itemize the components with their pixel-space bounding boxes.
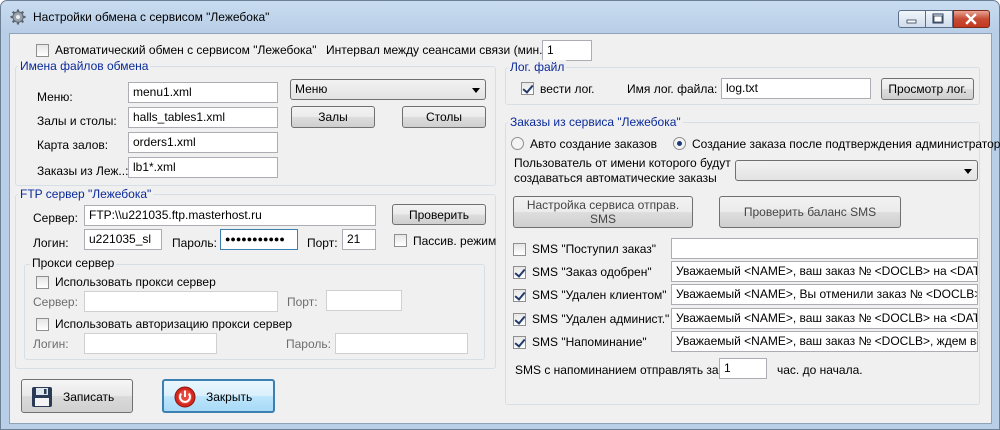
user-label-line2: создаваться автоматические заказы [514,171,717,185]
confirm-create-label: Создание заказа после подтверждения адми… [692,137,1000,151]
use-proxy-auth-checkbox[interactable] [36,318,49,331]
sms-reminder-checkbox[interactable] [513,336,526,349]
map-file-label: Карта залов: [37,138,109,152]
sms-reminder-label: SMS "Напоминание" [532,335,647,349]
close-button[interactable]: Закрыть [162,379,275,413]
user-combo[interactable] [735,160,978,181]
proxy-port-input[interactable] [326,290,402,311]
menu-combo[interactable]: Меню [290,79,486,100]
passive-mode-checkbox[interactable] [394,234,407,247]
menu-file-input[interactable]: menu1.xml [128,82,278,103]
files-group-title: Имена файлов обмена [18,59,151,73]
sms-admin-cancel-label: SMS "Удален админист." [532,312,670,326]
proxy-password-label: Пароль: [286,337,331,351]
log-group-title: Лог. файл [508,60,567,74]
gear-icon [10,9,26,25]
ftp-server-input[interactable]: FTP:\\u221035.ftp.masterhost.ru [84,205,376,226]
interval-label: Интервал между сеансами связи (мин.): [326,43,550,57]
interval-input[interactable]: 1 [542,40,592,61]
window-title: Настройки обмена с сервисом "Лежебока" [33,10,270,24]
keep-log-checkbox[interactable] [521,82,534,95]
sms-admin-cancel-checkbox[interactable] [513,313,526,326]
ftp-login-input[interactable]: u221035_sl [84,229,162,250]
save-button-label: Записать [63,390,115,404]
chevron-down-icon [964,169,972,174]
view-log-button[interactable]: Просмотр лог. [881,78,974,100]
ftp-login-label: Логин: [33,236,69,250]
log-file-name-label: Имя лог. файла: [627,82,718,96]
sms-received-input[interactable] [671,238,978,259]
orders-file-input[interactable]: lb1*.xml [128,157,278,178]
sms-approved-label: SMS "Заказ одобрен" [532,265,652,279]
halls-button[interactable]: Залы [291,106,375,128]
client-area: Автоматический обмен с сервисом "Лежебок… [9,33,1000,424]
map-file-input[interactable]: orders1.xml [128,132,278,153]
maximize-button[interactable] [926,10,953,28]
auto-create-radio[interactable] [511,137,524,150]
reminder-label: SMS с напоминанием отправлять за [515,363,719,377]
proxy-port-label: Порт: [287,295,318,309]
sms-client-cancel-input[interactable]: Уважаемый <NAME>, Вы отменили заказ № <D… [671,284,978,305]
auto-exchange-label: Автоматический обмен с сервисом "Лежебок… [55,43,317,57]
reminder-suffix-label: час. до начала. [777,363,863,377]
save-button[interactable]: Записать [21,379,133,413]
check-ftp-button[interactable]: Проверить [392,204,486,225]
ftp-password-input[interactable]: ●●●●●●●●●●● [220,229,298,250]
ftp-group-title: FTP сервер "Лежебока" [18,187,154,201]
auto-create-label: Авто создание заказов [530,137,658,151]
proxy-password-input[interactable] [335,333,468,354]
halls-file-input[interactable]: halls_tables1.xml [128,107,278,128]
user-label-line1: Пользователь от имени которого будут [514,156,731,170]
orders-group-title: Заказы из сервиса "Лежебока" [508,115,683,129]
passive-mode-label: Пассив. режим [413,234,497,248]
menu-file-label: Меню: [37,90,73,104]
sms-admin-cancel-input[interactable]: Уважаемый <NAME>, ваш заказ № <DOCLB> на… [671,308,978,329]
close-window-button[interactable] [953,10,990,28]
ftp-port-label: Порт: [307,236,338,250]
exit-power-icon [174,386,196,408]
sms-approved-checkbox[interactable] [513,266,526,279]
sms-reminder-input[interactable]: Уважаемый <NAME>, ваш заказ № <DOCLB>, ж… [671,331,978,352]
close-button-label: Закрыть [206,390,253,404]
halls-file-label: Залы и столы: [37,114,117,128]
confirm-create-radio[interactable] [673,137,686,150]
floppy-disk-icon [32,387,52,407]
menu-combo-value: Меню [295,82,328,96]
sms-setup-button[interactable]: Настройка сервиса отправ. SMS [513,196,693,228]
proxy-login-input[interactable] [84,333,217,354]
sms-balance-button[interactable]: Проверить баланс SMS [719,196,901,228]
maximize-icon [932,13,944,24]
use-proxy-auth-label: Использовать авторизацию прокси сервер [55,317,293,331]
ftp-port-input[interactable]: 21 [342,229,376,250]
minimize-icon [906,19,917,24]
tables-button[interactable]: Столы [402,106,486,128]
title-bar[interactable]: Настройки обмена с сервисом "Лежебока" [1,1,999,33]
orders-file-label: Заказы из Леж..: [37,164,129,178]
chevron-down-icon [472,88,480,93]
sms-received-label: SMS "Поступил заказ" [532,242,657,256]
keep-log-label: вести лог. [540,82,595,96]
sms-received-checkbox[interactable] [513,243,526,256]
minimize-button[interactable] [898,10,926,28]
sms-approved-input[interactable]: Уважаемый <NAME>, ваш заказ № <DOCLB> на… [671,261,978,282]
proxy-server-label: Сервер: [33,295,78,309]
use-proxy-checkbox[interactable] [36,276,49,289]
proxy-server-input[interactable] [84,291,278,312]
proxy-login-label: Логин: [33,337,69,351]
sms-client-cancel-checkbox[interactable] [513,289,526,302]
auto-exchange-checkbox[interactable] [36,44,49,57]
window: Настройки обмена с сервисом "Лежебока" А… [0,0,1000,430]
proxy-group-title: Прокси сервер [30,256,117,270]
sms-client-cancel-label: SMS "Удален клиентом" [532,288,667,302]
close-icon [965,13,977,25]
ftp-password-label: Пароль: [172,236,217,250]
use-proxy-label: Использовать прокси сервер [55,275,216,289]
log-file-name-input[interactable]: log.txt [721,78,871,99]
reminder-hours-input[interactable]: 1 [719,358,767,379]
ftp-server-label: Сервер: [33,211,78,225]
